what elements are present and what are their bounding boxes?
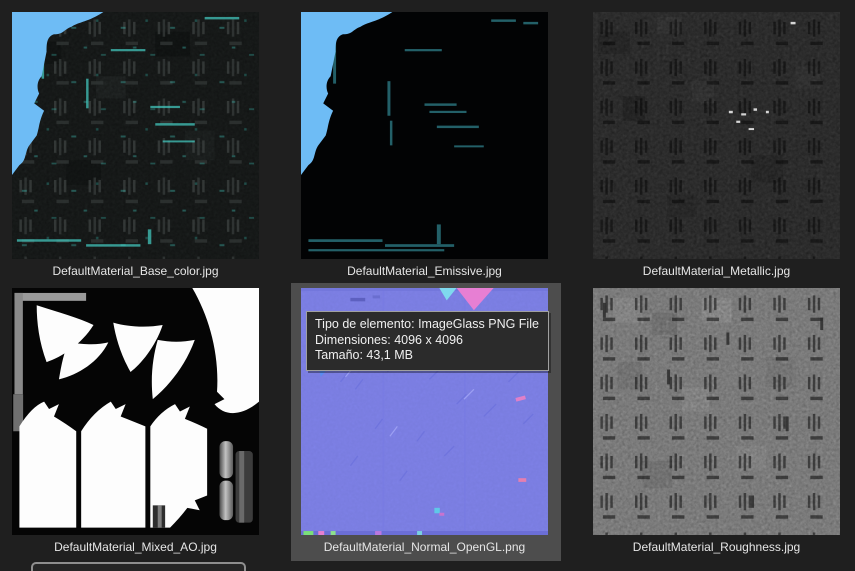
tooltip-line-dimensions: Dimensiones: 4096 x 4096 [315, 332, 464, 347]
file-label[interactable]: DefaultMaterial_Normal_OpenGL.png [301, 539, 548, 555]
file-explorer-thumbnail-grid: DefaultMaterial_Base_color.jpg DefaultMa… [0, 0, 855, 571]
thumbnail-mixed-ao[interactable] [12, 288, 259, 535]
thumbnail-metallic[interactable] [593, 12, 840, 259]
file-label[interactable]: DefaultMaterial_Mixed_AO.jpg [12, 539, 259, 555]
file-label[interactable]: DefaultMaterial_Base_color.jpg [12, 263, 259, 279]
tooltip: Tipo de elemento: ImageGlass PNG File Di… [306, 311, 549, 371]
file-label[interactable]: DefaultMaterial_Roughness.jpg [593, 539, 840, 555]
file-item-metallic[interactable]: DefaultMaterial_Metallic.jpg [593, 12, 840, 278]
file-item-base-color[interactable]: DefaultMaterial_Base_color.jpg [12, 12, 259, 278]
thumbnail-emissive[interactable] [301, 12, 548, 259]
file-item-mixed-ao[interactable]: DefaultMaterial_Mixed_AO.jpg [12, 288, 259, 554]
thumbnail-roughness[interactable] [593, 288, 840, 535]
thumbnail-base-color[interactable] [12, 12, 259, 259]
file-label[interactable]: DefaultMaterial_Emissive.jpg [301, 263, 548, 279]
file-item-emissive[interactable]: DefaultMaterial_Emissive.jpg [301, 12, 548, 278]
tooltip-line-size: Tamaño: 43,1 MB [315, 348, 413, 362]
tooltip-line-type: Tipo de elemento: ImageGlass PNG File [315, 317, 539, 331]
file-label[interactable]: DefaultMaterial_Metallic.jpg [593, 263, 840, 279]
file-item-roughness[interactable]: DefaultMaterial_Roughness.jpg [593, 288, 840, 554]
partial-next-item[interactable] [31, 562, 246, 571]
